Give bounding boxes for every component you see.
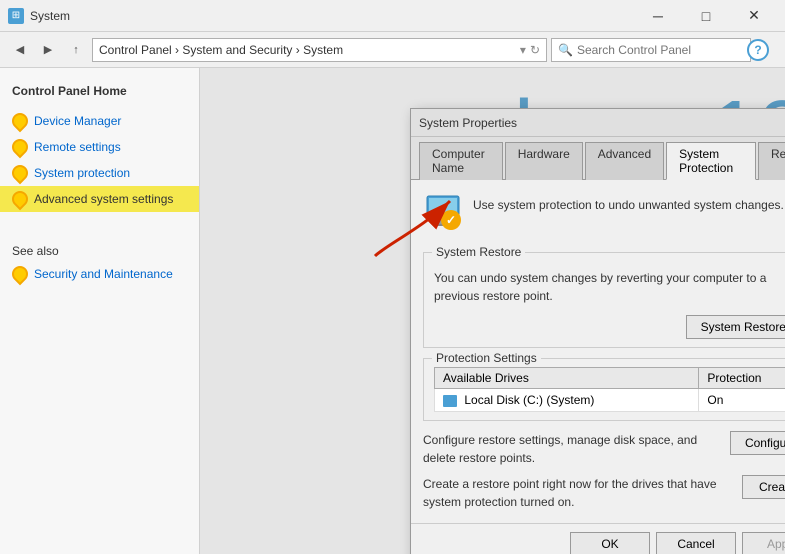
breadcrumb[interactable]: Control Panel › System and Security › Sy… — [92, 38, 547, 62]
protection-settings-label: Protection Settings — [432, 351, 541, 365]
drive-icon — [443, 395, 457, 407]
dialog-title-bar: System Properties ✕ — [411, 109, 785, 137]
configure-text: Configure restore settings, manage disk … — [423, 431, 720, 467]
window-title: System — [30, 9, 635, 23]
search-icon: 🔍 — [558, 43, 573, 57]
tab-remote[interactable]: Remote — [758, 142, 785, 180]
sidebar: Control Panel Home Device Manager Remote… — [0, 68, 200, 554]
dialog-content: ✓ Use system protection to undo unwanted… — [411, 180, 785, 523]
search-box[interactable]: 🔍 — [551, 38, 751, 62]
title-bar: ⊞ System ─ □ ✕ — [0, 0, 785, 32]
protection-settings-section: Protection Settings Available Drives Pro… — [423, 358, 785, 421]
shield-icon — [9, 263, 32, 286]
dialog-header-text: Use system protection to undo unwanted s… — [473, 192, 784, 214]
configure-row: Configure restore settings, manage disk … — [423, 431, 785, 467]
drive-name: Local Disk (C:) (System) — [464, 393, 594, 407]
sidebar-home[interactable]: Control Panel Home — [0, 80, 199, 102]
maximize-button[interactable]: □ — [683, 1, 729, 31]
table-col-protection: Protection — [699, 368, 785, 389]
dialog-footer: OK Cancel Apply — [411, 523, 785, 554]
shield-icon — [9, 162, 32, 185]
shield-icon — [9, 110, 32, 133]
create-row: Create a restore point right now for the… — [423, 475, 785, 511]
breadcrumb-text: Control Panel › System and Security › Sy… — [99, 43, 343, 57]
restore-button-row: System Restore... — [434, 315, 785, 339]
sidebar-item-label: Remote settings — [34, 140, 121, 154]
table-cell-drive: Local Disk (C:) (System) — [435, 389, 699, 412]
tab-advanced[interactable]: Advanced — [585, 142, 664, 180]
apply-button[interactable]: Apply — [742, 532, 785, 554]
sidebar-item-remote-settings[interactable]: Remote settings — [0, 134, 199, 160]
dialog-header-section: ✓ Use system protection to undo unwanted… — [423, 192, 785, 240]
sidebar-item-advanced-system-settings[interactable]: Advanced system settings — [0, 186, 199, 212]
system-restore-label: System Restore — [432, 245, 525, 259]
protection-table: Available Drives Protection Local Disk (… — [434, 367, 785, 412]
up-button[interactable]: ↑ — [64, 38, 88, 62]
tab-system-protection[interactable]: System Protection — [666, 142, 756, 180]
tab-bar: Computer Name Hardware Advanced System P… — [411, 137, 785, 180]
create-button[interactable]: Create... — [742, 475, 785, 499]
address-bar: ◀ ▶ ↑ Control Panel › System and Securit… — [0, 32, 785, 68]
sidebar-item-label: System protection — [34, 166, 130, 180]
search-input[interactable] — [577, 43, 744, 57]
forward-button[interactable]: ▶ — [36, 38, 60, 62]
sidebar-item-label: Device Manager — [34, 114, 121, 128]
see-also-label: See also — [0, 232, 199, 262]
tab-hardware[interactable]: Hardware — [505, 142, 583, 180]
help-button[interactable]: ? — [747, 39, 769, 61]
window-controls: ─ □ ✕ — [635, 1, 777, 31]
sidebar-item-system-protection[interactable]: System protection — [0, 160, 199, 186]
shield-icon — [9, 136, 32, 159]
ok-button[interactable]: OK — [570, 532, 650, 554]
table-cell-protection: On — [699, 389, 785, 412]
dialog-title: System Properties — [419, 116, 785, 130]
see-also-item-label: Security and Maintenance — [34, 267, 173, 281]
cancel-button[interactable]: Cancel — [656, 532, 736, 554]
shield-icon — [9, 188, 32, 211]
tab-computer-name[interactable]: Computer Name — [419, 142, 503, 180]
configure-button[interactable]: Configure... — [730, 431, 785, 455]
table-row[interactable]: Local Disk (C:) (System) On — [435, 389, 785, 412]
content-area: lows 10 Change settings Change product k… — [200, 68, 785, 554]
back-button[interactable]: ◀ — [8, 38, 32, 62]
system-restore-button[interactable]: System Restore... — [686, 315, 785, 339]
system-restore-section: System Restore You can undo system chang… — [423, 252, 785, 348]
system-icon: ✓ — [423, 192, 463, 232]
dialog-overlay: System Properties ✕ Computer Name Hardwa… — [200, 68, 785, 554]
sidebar-item-label: Advanced system settings — [34, 192, 173, 206]
table-col-drives: Available Drives — [435, 368, 699, 389]
sidebar-item-security-maintenance[interactable]: Security and Maintenance — [0, 262, 199, 286]
dropdown-icon: ▾ — [520, 43, 526, 57]
create-text: Create a restore point right now for the… — [423, 475, 732, 511]
sidebar-item-device-manager[interactable]: Device Manager — [0, 108, 199, 134]
refresh-icon: ↻ — [530, 43, 540, 57]
close-button[interactable]: ✕ — [731, 1, 777, 31]
system-properties-dialog: System Properties ✕ Computer Name Hardwa… — [410, 108, 785, 554]
restore-description: You can undo system changes by reverting… — [434, 269, 785, 305]
window-icon: ⊞ — [8, 8, 24, 24]
minimize-button[interactable]: ─ — [635, 1, 681, 31]
svg-text:✓: ✓ — [446, 213, 456, 227]
main-layout: Control Panel Home Device Manager Remote… — [0, 68, 785, 554]
